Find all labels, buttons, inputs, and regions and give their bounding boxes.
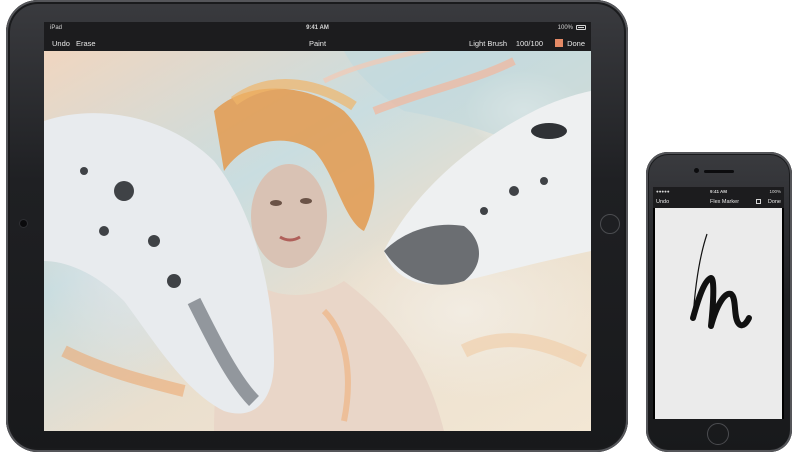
- undo-button[interactable]: Undo: [656, 199, 669, 205]
- paint-toolbar: Undo Erase Paint Light Brush 100/100 Don…: [44, 35, 591, 51]
- battery-percent: 100%: [769, 189, 781, 194]
- color-swatch[interactable]: [756, 199, 761, 204]
- brush-selector[interactable]: Light Brush: [469, 39, 507, 48]
- painting-canvas[interactable]: [44, 38, 591, 431]
- status-bar: iPad 9:41 AM 100%: [44, 22, 591, 35]
- brush-size[interactable]: 100/100: [516, 39, 543, 48]
- toolbar-title: Paint: [308, 39, 327, 48]
- done-button[interactable]: Done: [768, 199, 781, 205]
- painting-artwork: [44, 38, 591, 431]
- status-bar: ●●●●● 9:41 AM 100%: [653, 187, 784, 196]
- home-button[interactable]: [707, 423, 729, 445]
- marker-stroke: [690, 233, 752, 329]
- ipad-screen: iPad 9:41 AM 100% Undo Erase Paint Light…: [44, 22, 591, 431]
- paint-toolbar: Undo Flex Marker Done: [653, 196, 784, 208]
- ipad-device: iPad 9:41 AM 100% Undo Erase Paint Light…: [6, 0, 628, 452]
- done-button[interactable]: Done: [567, 39, 585, 48]
- iphone-device: ●●●●● 9:41 AM 100% Undo Flex Marker Done: [646, 152, 792, 452]
- color-swatch[interactable]: [555, 39, 563, 47]
- home-button[interactable]: [600, 214, 620, 234]
- battery-icon: [576, 25, 586, 30]
- brush-selector[interactable]: Flex Marker: [710, 199, 739, 205]
- battery-percent: 100%: [557, 25, 573, 31]
- drawing-canvas[interactable]: [655, 208, 782, 419]
- front-camera: [694, 168, 699, 173]
- earpiece-speaker: [704, 170, 734, 173]
- iphone-screen: ●●●●● 9:41 AM 100% Undo Flex Marker Done: [653, 187, 784, 419]
- status-time: 9:41 AM: [306, 25, 329, 31]
- front-camera: [20, 220, 27, 227]
- status-time: 9:41 AM: [709, 189, 728, 194]
